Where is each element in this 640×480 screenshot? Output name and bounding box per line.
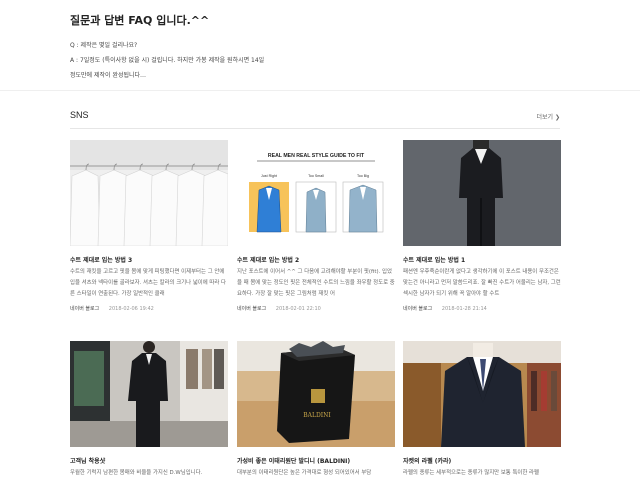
guide-label-too-small: Too Small xyxy=(308,174,324,178)
guide-heading: REAL MEN REAL STYLE GUIDE TO FIT xyxy=(268,153,365,159)
card-excerpt: 우월한 기럭지 남편한 몸매와 비율을 가지신 D.W님입니다. xyxy=(70,470,203,476)
faq-answer-continued[interactable]: 정도만에 제작이 완성됩니다… xyxy=(70,68,570,83)
section-divider xyxy=(0,90,640,91)
card-date: 2018-01-28 21:14 xyxy=(441,306,487,312)
page: 질문과 답변 FAQ 입니다.^^ Q : 제작은 몇일 걸리나요? A : 7… xyxy=(0,0,640,480)
faq-title: 질문과 답변 FAQ 입니다.^^ xyxy=(70,14,210,27)
sns-card-6[interactable]: 자켓의 라펠 (카라) 라펠의 종류는 세부적으로는 종류가 많지만 보통 특이… xyxy=(403,341,561,480)
card-source: 네이버 블로그 xyxy=(70,306,100,312)
card-excerpt: 대부분의 이태리원단은 높은 가격대로 형성 되어있어서 부담 xyxy=(237,470,372,476)
customer-fitting-photo[interactable] xyxy=(70,341,228,447)
faq-section: 질문과 답변 FAQ 입니다.^^ Q : 제작은 몇일 걸리나요? A : 7… xyxy=(70,12,570,83)
guide-label-too-big: Too Big xyxy=(357,174,369,178)
jacket-lapel-photo[interactable] xyxy=(403,341,561,447)
guide-label-just-right: Just Right xyxy=(261,174,277,178)
sns-card-2[interactable]: REAL MEN REAL STYLE GUIDE TO FIT Just Ri… xyxy=(237,140,395,312)
card-meta: 네이버 블로그 2018-02-01 22:10 xyxy=(237,305,395,312)
card-title[interactable]: 자켓의 라펠 (카라) xyxy=(403,456,561,465)
card-date: 2018-02-01 22:10 xyxy=(275,306,321,312)
sns-card-5[interactable]: BALDINI 가성비 좋은 이태리원단 발디니 (BALDINI) 대부분의 … xyxy=(237,341,395,480)
card-excerpt: 라펠의 종류는 세부적으로는 종류가 많지만 보통 특이한 라펠 xyxy=(403,470,539,476)
suit-photo[interactable] xyxy=(403,140,561,246)
baldini-brand-text: BALDINI xyxy=(303,412,331,419)
shirts-photo[interactable] xyxy=(70,140,228,246)
sns-title: SNS xyxy=(70,110,89,120)
card-meta: 네이버 블로그 2018-01-28 21:14 xyxy=(403,305,561,312)
sns-card-4[interactable]: 고객님 착용샷 우월한 기럭지 남편한 몸매와 비율을 가지신 D.W님입니다. xyxy=(70,341,228,480)
faq-question: Q : 제작은 몇일 걸리나요? xyxy=(70,42,138,49)
fit-guide-image[interactable]: REAL MEN REAL STYLE GUIDE TO FIT Just Ri… xyxy=(237,140,395,246)
sns-header: SNS 더보기 ❯ xyxy=(70,108,560,129)
more-link[interactable]: 더보기 ❯ xyxy=(537,112,561,121)
card-title[interactable]: 수트 제대로 입는 방법 3 xyxy=(70,255,228,264)
sns-card-1[interactable]: 수트 제대로 입는 방법 3 수트의 재킷을 고르고 핏을 몸에 맞게 피팅했다… xyxy=(70,140,228,312)
baldini-box-photo[interactable]: BALDINI xyxy=(237,341,395,447)
sns-card-3[interactable]: 수트 제대로 입는 방법 1 패션엔 우후죽순이란게 없다고 생각하기에 이 포… xyxy=(403,140,561,312)
card-excerpt: 지난 포스트에 이어서 ^^ 그 다음에 고려해야할 부분이 핏(fit). 입… xyxy=(237,269,395,297)
card-excerpt: 수트의 재킷을 고르고 핏을 몸에 맞게 피팅했다면 이제부터는 그 안에 입을… xyxy=(70,269,226,297)
card-meta: 네이버 블로그 2018-02-06 19:42 xyxy=(70,305,228,312)
card-title[interactable]: 수트 제대로 입는 방법 2 xyxy=(237,255,395,264)
faq-answer: A : 7일정도 (특이사항 없을 시) 걸립니다. 하지만 가봉 제작을 원하… xyxy=(70,57,265,64)
card-title[interactable]: 고객님 착용샷 xyxy=(70,456,228,465)
card-title[interactable]: 수트 제대로 입는 방법 1 xyxy=(403,255,561,264)
card-excerpt: 패션엔 우후죽순이란게 없다고 생각하기에 이 포스트 내용이 무조건은 맞는건… xyxy=(403,269,561,297)
card-date: 2018-02-06 19:42 xyxy=(108,306,154,312)
card-title[interactable]: 가성비 좋은 이태리원단 발디니 (BALDINI) xyxy=(237,456,395,465)
card-source: 네이버 블로그 xyxy=(403,306,433,312)
card-source: 네이버 블로그 xyxy=(237,306,267,312)
